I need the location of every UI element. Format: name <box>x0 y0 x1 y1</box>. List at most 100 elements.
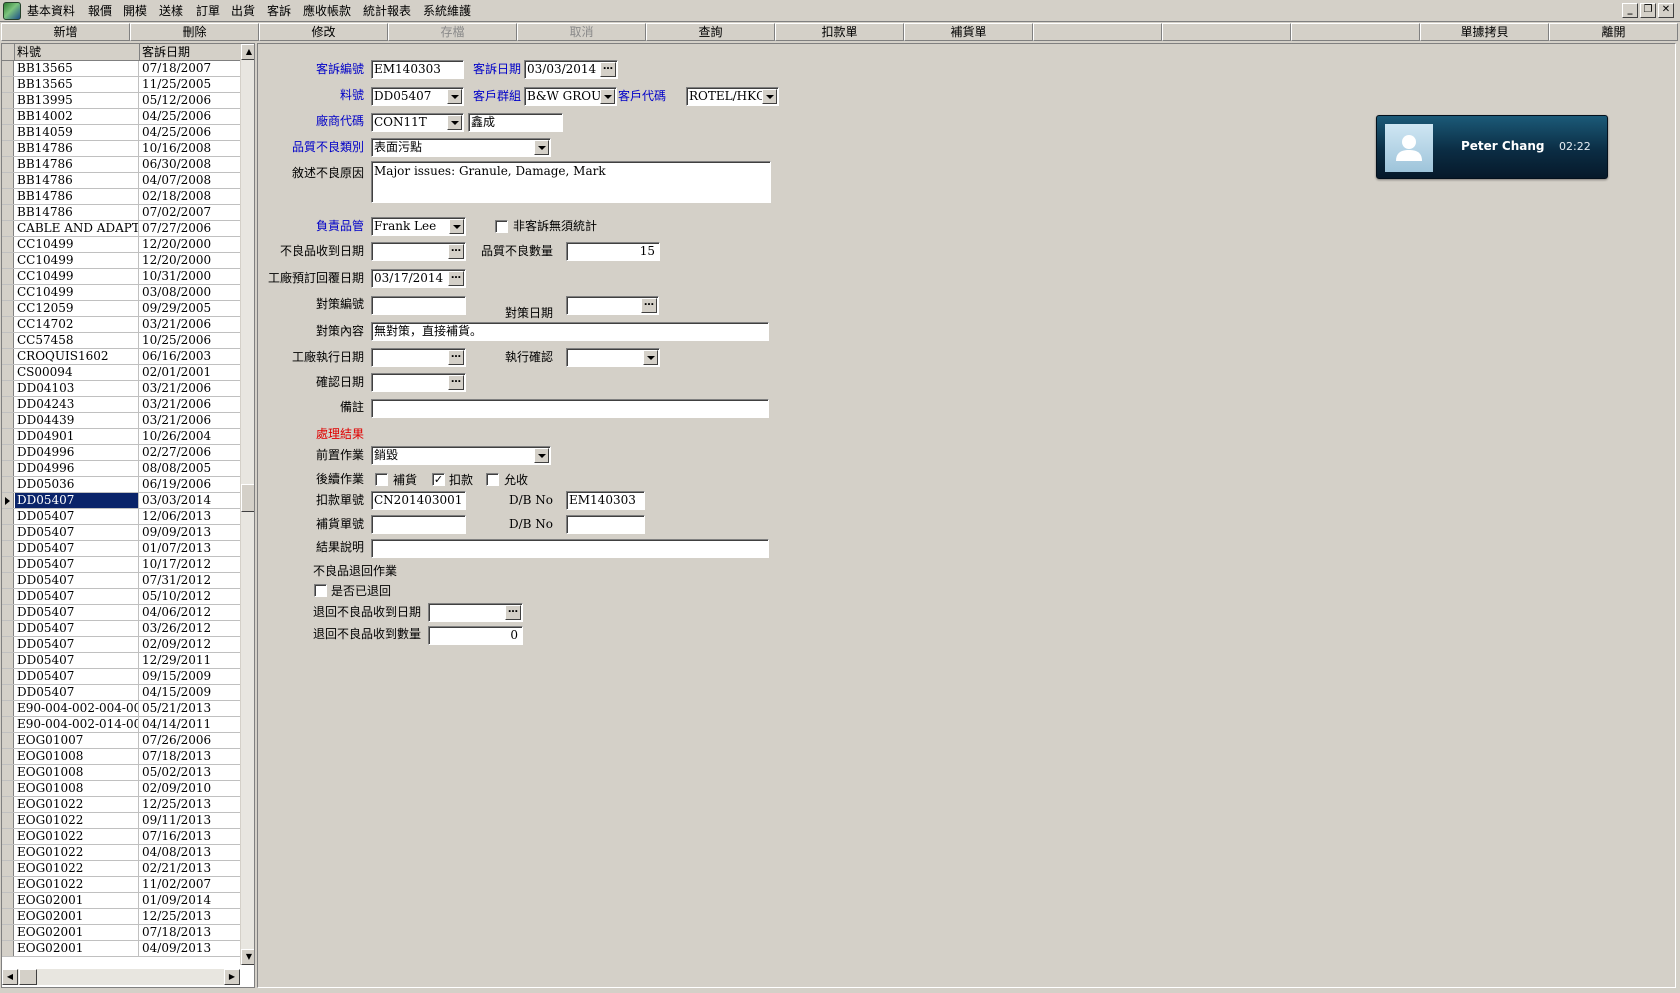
table-row[interactable]: BB14786 04/07/2008 <box>2 173 240 189</box>
defect-qty-field[interactable]: 15 <box>566 242 660 261</box>
cell-complaint-date[interactable]: 04/08/2013 <box>140 845 240 860</box>
cell-complaint-date[interactable]: 11/25/2005 <box>140 77 240 92</box>
table-row[interactable]: CROQUIS1602 06/16/2003 <box>2 349 240 365</box>
table-row[interactable]: EOG01008 05/02/2013 <box>2 765 240 781</box>
menu-item-receivables[interactable]: 應收帳款 <box>303 3 351 19</box>
table-row[interactable]: BB14002 04/25/2006 <box>2 109 240 125</box>
menu-item-basic-data[interactable]: 基本資料 <box>27 3 75 19</box>
cell-complaint-date[interactable]: 04/14/2011 <box>140 717 240 732</box>
ellipsis-icon[interactable]: … <box>505 605 521 620</box>
cell-complaint-date[interactable]: 12/29/2011 <box>140 653 240 668</box>
table-row[interactable]: BB14786 07/02/2007 <box>2 205 240 221</box>
table-row[interactable]: BB14059 04/25/2006 <box>2 125 240 141</box>
cell-complaint-date[interactable]: 03/21/2006 <box>140 397 240 412</box>
table-row[interactable]: DD05407 01/07/2013 <box>2 541 240 557</box>
measure-no-field[interactable] <box>371 296 466 315</box>
cell-part-no[interactable]: EOG01008 <box>15 781 139 796</box>
cell-part-no[interactable]: DD05407 <box>15 653 139 668</box>
row-indicator[interactable] <box>2 349 14 364</box>
table-row[interactable]: CC14702 03/21/2006 <box>2 317 240 333</box>
cell-complaint-date[interactable]: 10/17/2012 <box>140 557 240 572</box>
row-indicator[interactable] <box>2 429 14 444</box>
cell-part-no[interactable]: E90-004-002-004-00 <box>15 701 139 716</box>
table-row[interactable]: EOG01008 07/18/2013 <box>2 749 240 765</box>
row-indicator[interactable] <box>2 653 14 668</box>
cell-complaint-date[interactable]: 09/11/2013 <box>140 813 240 828</box>
cell-part-no[interactable]: CC10499 <box>15 237 139 252</box>
cell-part-no[interactable]: CC12059 <box>15 301 139 316</box>
cell-complaint-date[interactable]: 05/21/2013 <box>140 701 240 716</box>
cell-complaint-date[interactable]: 04/25/2006 <box>140 125 240 140</box>
table-row[interactable]: DD05407 10/17/2012 <box>2 557 240 573</box>
row-indicator[interactable] <box>2 733 14 748</box>
cell-part-no[interactable]: DD04243 <box>15 397 139 412</box>
cell-complaint-date[interactable]: 10/31/2000 <box>140 269 240 284</box>
table-row[interactable]: DD04243 03/21/2006 <box>2 397 240 413</box>
row-indicator[interactable] <box>2 397 14 412</box>
table-row[interactable]: DD04996 02/27/2006 <box>2 445 240 461</box>
row-indicator[interactable] <box>2 285 14 300</box>
table-row[interactable]: EOG01007 07/26/2006 <box>2 733 240 749</box>
row-indicator[interactable] <box>2 109 14 124</box>
cell-complaint-date[interactable]: 11/02/2007 <box>140 877 240 892</box>
cell-part-no[interactable]: EOG02001 <box>15 925 139 940</box>
replenish-slip-button[interactable]: 補貨單 <box>904 23 1033 41</box>
ellipsis-icon[interactable]: … <box>448 271 464 286</box>
cell-part-no[interactable]: E90-004-002-014-00 <box>15 717 139 732</box>
table-row[interactable]: E90-004-002-004-00 05/21/2013 <box>2 701 240 717</box>
table-row[interactable]: DD04901 10/26/2004 <box>2 429 240 445</box>
table-row[interactable]: BB13565 07/18/2007 <box>2 61 240 77</box>
cell-complaint-date[interactable]: 05/10/2012 <box>140 589 240 604</box>
table-row[interactable]: CC10499 12/20/2000 <box>2 253 240 269</box>
factory-exec-date-field[interactable]: … <box>371 348 466 367</box>
cell-complaint-date[interactable]: 07/18/2013 <box>140 749 240 764</box>
row-indicator[interactable] <box>2 77 14 92</box>
table-row[interactable]: CC10499 12/20/2000 <box>2 237 240 253</box>
row-indicator[interactable] <box>2 365 14 380</box>
cell-complaint-date[interactable]: 04/06/2012 <box>140 605 240 620</box>
scroll-up-icon[interactable]: ▲ <box>241 44 254 60</box>
cell-complaint-date[interactable]: 06/16/2003 <box>140 349 240 364</box>
cell-part-no[interactable]: BB14786 <box>15 141 139 156</box>
toolbar-blank-button-3[interactable] <box>1291 23 1420 41</box>
chevron-down-icon[interactable] <box>534 448 549 463</box>
deduction-no-field[interactable]: CN201403001 <box>371 491 466 510</box>
row-indicator[interactable] <box>2 845 14 860</box>
row-indicator[interactable] <box>2 413 14 428</box>
cell-part-no[interactable]: EOG01022 <box>15 813 139 828</box>
cell-part-no[interactable]: EOG02001 <box>15 909 139 924</box>
cell-complaint-date[interactable]: 05/12/2006 <box>140 93 240 108</box>
table-row[interactable]: EOG01022 12/25/2013 <box>2 797 240 813</box>
cell-complaint-date[interactable]: 03/21/2006 <box>140 413 240 428</box>
row-indicator[interactable] <box>2 157 14 172</box>
table-row[interactable]: EOG02001 12/25/2013 <box>2 909 240 925</box>
cell-complaint-date[interactable]: 07/31/2012 <box>140 573 240 588</box>
table-row[interactable]: BB13565 11/25/2005 <box>2 77 240 93</box>
cell-part-no[interactable]: DD05407 <box>15 525 139 540</box>
table-row[interactable]: DD05407 05/10/2012 <box>2 589 240 605</box>
row-indicator[interactable] <box>2 93 14 108</box>
chevron-down-icon[interactable] <box>447 89 462 104</box>
row-indicator[interactable] <box>2 701 14 716</box>
menu-item-reports[interactable]: 統計報表 <box>363 3 411 19</box>
row-indicator[interactable] <box>2 477 14 492</box>
qc-owner-select[interactable]: Frank Lee <box>371 217 466 236</box>
row-indicator[interactable] <box>2 381 14 396</box>
cell-part-no[interactable]: EOG01008 <box>15 765 139 780</box>
cell-part-no[interactable]: DD05407 <box>15 685 139 700</box>
table-row[interactable]: DD05407 12/29/2011 <box>2 653 240 669</box>
ellipsis-icon[interactable]: … <box>641 298 657 313</box>
cell-part-no[interactable]: EOG02001 <box>15 893 139 908</box>
row-indicator[interactable] <box>2 637 14 652</box>
cell-complaint-date[interactable]: 02/09/2010 <box>140 781 240 796</box>
cell-complaint-date[interactable]: 02/01/2001 <box>140 365 240 380</box>
table-row[interactable]: DD05407 04/15/2009 <box>2 685 240 701</box>
row-indicator[interactable] <box>2 269 14 284</box>
table-row[interactable]: DD04439 03/21/2006 <box>2 413 240 429</box>
return-received-qty-field[interactable]: 0 <box>428 626 523 645</box>
pre-operation-select[interactable]: 銷毀 <box>371 446 551 465</box>
cell-part-no[interactable]: DD05407 <box>15 573 139 588</box>
cell-part-no[interactable]: DD04996 <box>15 461 139 476</box>
cell-complaint-date[interactable]: 12/20/2000 <box>140 253 240 268</box>
returned-checkbox[interactable] <box>314 584 327 597</box>
